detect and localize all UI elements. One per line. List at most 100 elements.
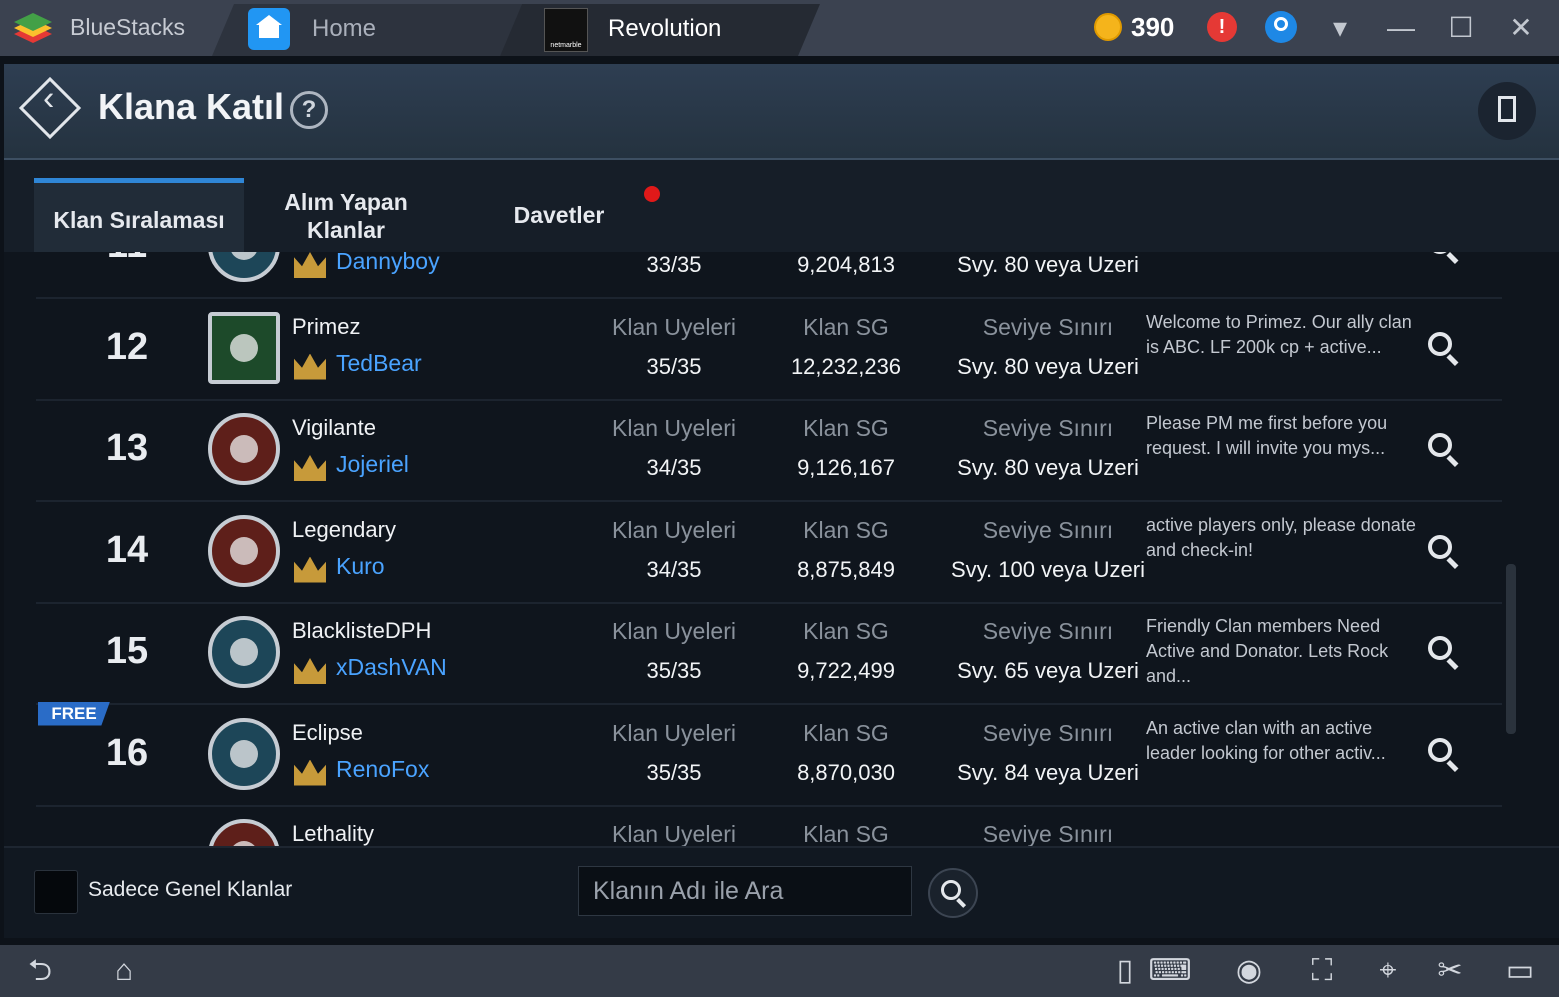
clan-row[interactable]: Lethality Klan Uyeleri Klan SG Seviye Sınır… bbox=[36, 805, 1502, 846]
clan-row[interactable]: 13 Vigilante Jojeriel Klan Uyeleri 34/35 Klan… bbox=[36, 399, 1502, 502]
clan-emblem-icon bbox=[208, 311, 280, 384]
search-icon[interactable] bbox=[1428, 331, 1452, 356]
exit-icon[interactable] bbox=[1478, 82, 1536, 140]
public-clans-label: Sadece Genel Klanlar bbox=[88, 878, 293, 901]
minimize-button[interactable]: — bbox=[1383, 10, 1419, 46]
clan-list[interactable]: 11DannyboyKlan Uyeleri33/35Klan SG9,204,… bbox=[4, 252, 1504, 846]
clan-row[interactable]: 11DannyboyKlan Uyeleri33/35Klan SG9,204,… bbox=[36, 252, 1502, 299]
clan-name: Lethality bbox=[292, 821, 374, 846]
app-name: BlueStacks bbox=[70, 14, 186, 40]
clan-description: Friendly Clan members Need Active and Do… bbox=[1146, 616, 1389, 686]
search-button[interactable] bbox=[928, 868, 978, 918]
tab-home-label: Home bbox=[312, 15, 377, 42]
col-label-level: Seviye Sınırı bbox=[982, 821, 1114, 846]
search-icon[interactable] bbox=[1428, 636, 1452, 660]
clan-name: Vigilante bbox=[292, 415, 376, 440]
menu-dropdown-icon[interactable]: ▾ bbox=[1322, 10, 1358, 46]
public-clans-checkbox[interactable] bbox=[34, 870, 78, 914]
clan-leader-link[interactable]: xDashVAN bbox=[336, 654, 447, 681]
clan-row[interactable]: FREE 16 Eclipse RenoFox Klan Uyeleri 35/35 Kla… bbox=[36, 701, 1502, 807]
clan-row[interactable]: 12 Primez TedBear Klan Uyeleri 35/35 Klan SG 1… bbox=[36, 298, 1502, 401]
fullscreen-icon[interactable]: ⛶ bbox=[1300, 953, 1344, 989]
clan-level: Svy. 80 veya Uzeri bbox=[957, 353, 1139, 379]
location-icon[interactable]: ⌖ bbox=[1368, 953, 1408, 989]
tab-bar: Klan Sıralaması Alım Yapan Klanlar Davet… bbox=[4, 160, 1559, 252]
clan-description: Welcome to Primez. Our ally clan is ABC.… bbox=[1146, 311, 1412, 357]
tab-clan-ranking[interactable]: Klan Sıralaması bbox=[34, 178, 244, 252]
home-button-icon[interactable]: ⌂ bbox=[96, 953, 152, 989]
clan-power: 12,232,236 bbox=[790, 353, 902, 379]
col-label-level: Seviye Sınırı bbox=[982, 618, 1114, 644]
clan-emblem-icon bbox=[208, 252, 280, 282]
clan-leader-link[interactable]: Dannyboy bbox=[336, 252, 440, 275]
scrollbar[interactable] bbox=[1506, 564, 1516, 734]
page-header: Klana Katıl ? bbox=[4, 64, 1559, 160]
scissors-icon[interactable]: ✂ bbox=[1428, 953, 1472, 989]
clan-name: Legendary bbox=[292, 516, 396, 542]
col-label-power: Klan SG bbox=[803, 415, 889, 441]
keyboard-icon[interactable]: ⌨ bbox=[1145, 953, 1195, 989]
maximize-button[interactable]: ☐ bbox=[1443, 10, 1479, 46]
col-label-power: Klan SG bbox=[803, 313, 889, 340]
rotate-device-icon[interactable]: ▭ bbox=[1495, 953, 1545, 989]
crown-icon bbox=[294, 658, 326, 684]
clan-level: Svy. 80 veya Uzeri bbox=[957, 455, 1139, 480]
clan-rank: 16 bbox=[105, 731, 149, 774]
crown-icon bbox=[294, 759, 326, 786]
page-title: Klana Katıl bbox=[98, 86, 285, 127]
tab-recruiting-clans[interactable]: Alım Yapan Klanlar bbox=[266, 178, 426, 252]
tab-revolution[interactable]: netmarble Revolution bbox=[500, 4, 820, 56]
clan-description: active players only, please donate and c… bbox=[1146, 514, 1416, 560]
portrait-icon[interactable]: ▯ bbox=[1110, 953, 1140, 989]
android-navbar: ⮌ ⌂ ▯ ⌨ ◉ ⛶ ⌖ ✂ ▭ bbox=[0, 945, 1559, 997]
filter-bar: Sadece Genel Klanlar bbox=[4, 846, 1559, 938]
back-icon[interactable] bbox=[18, 76, 82, 140]
help-icon[interactable]: ? bbox=[290, 91, 328, 129]
home-icon bbox=[248, 8, 290, 50]
clan-search-input[interactable] bbox=[578, 866, 912, 916]
crown-icon bbox=[294, 252, 326, 278]
clan-power: 8,870,030 bbox=[797, 759, 895, 785]
search-icon[interactable] bbox=[1428, 433, 1452, 457]
clan-leader-link[interactable]: Jojeriel bbox=[336, 451, 409, 478]
search-icon[interactable] bbox=[1428, 534, 1452, 559]
free-badge: FREE bbox=[38, 701, 110, 726]
clan-leader-link[interactable]: TedBear bbox=[336, 350, 422, 377]
crown-icon bbox=[294, 353, 326, 380]
clan-leader-link[interactable]: RenoFox bbox=[336, 756, 429, 783]
col-label-level: Seviye Sınırı bbox=[982, 719, 1114, 746]
clan-rank: 11 bbox=[92, 252, 162, 267]
clan-row[interactable]: 15 BlacklisteDPH xDashVAN Klan Uyeleri 35/35… bbox=[36, 602, 1502, 705]
clan-level: Svy. 65 veya Uzeri bbox=[957, 658, 1139, 683]
user-account-icon[interactable] bbox=[1265, 11, 1297, 43]
col-label-power: Klan SG bbox=[803, 618, 889, 644]
alert-icon[interactable]: ! bbox=[1207, 12, 1237, 42]
col-label-power: Klan SG bbox=[803, 516, 889, 543]
col-label-level: Seviye Sınırı bbox=[982, 313, 1114, 340]
eye-icon[interactable]: ◉ bbox=[1225, 953, 1273, 989]
search-icon[interactable] bbox=[1428, 737, 1452, 762]
search-icon[interactable] bbox=[1428, 252, 1452, 254]
clan-rank: 15 bbox=[105, 630, 149, 672]
col-label-members: Klan Uyeleri bbox=[612, 618, 736, 644]
clan-row[interactable]: 14 Legendary Kuro Klan Uyeleri 34/35 Klan SG 8… bbox=[36, 501, 1502, 604]
col-label-level: Seviye Sınırı bbox=[982, 516, 1114, 543]
back-arrow-icon[interactable]: ⮌ bbox=[10, 953, 70, 989]
bluestacks-logo-icon bbox=[14, 13, 52, 43]
clan-name: Primez bbox=[292, 313, 361, 339]
crown-icon bbox=[294, 556, 326, 583]
tab-clan-ranking-label: Klan Sıralaması bbox=[53, 207, 225, 233]
clan-name: BlacklisteDPH bbox=[292, 618, 432, 643]
col-label-members: Klan Uyeleri bbox=[612, 719, 736, 746]
clan-rank: 14 bbox=[105, 528, 149, 571]
clan-power: 8,875,849 bbox=[797, 556, 895, 582]
tab-home[interactable]: Home bbox=[212, 4, 522, 56]
clan-level: Svy. 80 veya Uzeri bbox=[957, 252, 1139, 277]
clan-level: Svy. 100 veya Uzeri bbox=[950, 556, 1145, 582]
tab-invitations[interactable]: Davetler bbox=[474, 178, 644, 252]
close-button[interactable]: ✕ bbox=[1503, 10, 1539, 46]
clan-emblem-icon bbox=[208, 717, 280, 790]
clan-leader-link[interactable]: Kuro bbox=[336, 553, 385, 580]
tab-invitations-label: Davetler bbox=[513, 202, 605, 228]
clan-level: Svy. 84 veya Uzeri bbox=[957, 759, 1139, 785]
